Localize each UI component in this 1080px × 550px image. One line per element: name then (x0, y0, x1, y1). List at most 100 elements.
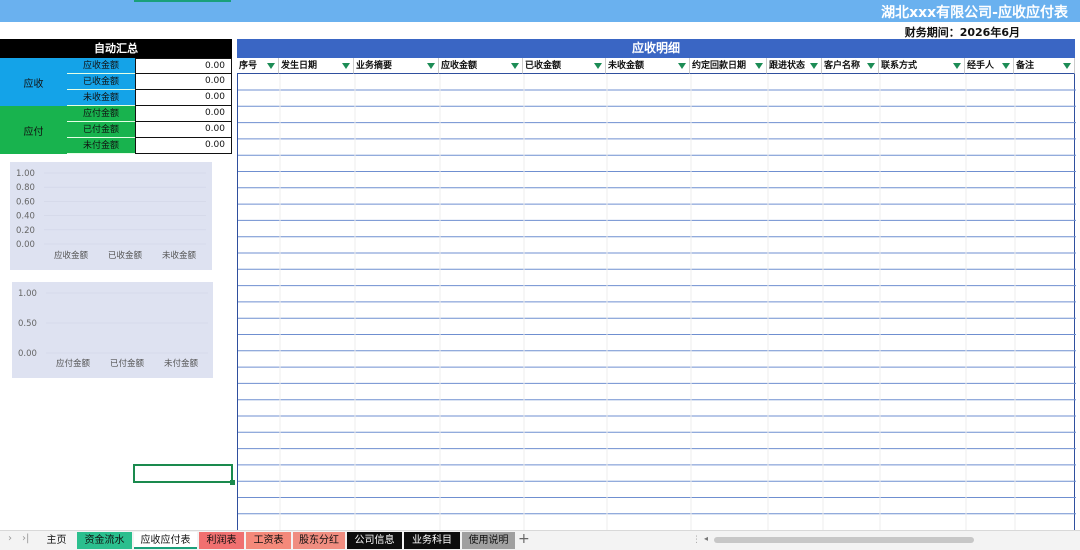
category-label: 应付金额 (56, 358, 91, 369)
sheet-tab-label: 股东分红 (299, 535, 339, 546)
scroll-left-icon[interactable]: ◂ (704, 534, 708, 543)
last-sheet-icon[interactable]: ›| (22, 533, 29, 544)
summary-row-value[interactable]: 0.00 (135, 58, 232, 74)
column-header-label: 约定回款日期 (692, 61, 747, 71)
filter-dropdown-icon[interactable] (678, 63, 686, 69)
prev-sheet-icon[interactable]: › (8, 533, 12, 544)
chart-svg: 0.00 0.50 1.00 应付金额 已付金额 未付金额 (18, 289, 208, 369)
column-header[interactable]: 备注 (1014, 58, 1075, 74)
y-tick-label: 0.00 (18, 349, 37, 359)
filter-dropdown-icon[interactable] (342, 63, 350, 69)
summary-row-value[interactable]: 0.00 (135, 106, 232, 122)
sheet-tab-label: 主页 (46, 535, 67, 546)
receivable-group: 应收 应收金额 0.00 已收金额 0.00 未收金额 0.00 (0, 58, 232, 106)
filter-dropdown-icon[interactable] (1002, 63, 1010, 69)
scrollbar-thumb[interactable] (714, 537, 974, 543)
summary-row: 应付金额 0.00 (67, 106, 232, 122)
filter-dropdown-icon[interactable] (1063, 63, 1071, 69)
column-header-label: 跟进状态 (769, 61, 806, 71)
summary-row-value[interactable]: 0.00 (135, 138, 232, 154)
y-tick-label: 0.50 (18, 319, 37, 329)
column-header[interactable]: 业务摘要 (354, 58, 439, 74)
y-tick-label: 0.40 (16, 212, 35, 222)
summary-row-label[interactable]: 未付金额 (67, 138, 135, 154)
receivable-category[interactable]: 应收 (0, 58, 67, 106)
filter-dropdown-icon[interactable] (427, 63, 435, 69)
summary-row: 未收金额 0.00 (67, 90, 232, 106)
sheet-tab-label: 利润表 (206, 535, 237, 546)
column-header-label: 业务摘要 (356, 61, 393, 71)
summary-row-value[interactable]: 0.00 (135, 74, 232, 90)
sheet-title: 湖北xxx有限公司-应收应付表 (881, 5, 1068, 21)
filter-dropdown-icon[interactable] (953, 63, 961, 69)
spreadsheet-window: 湖北xxx有限公司-应收应付表 财务期间：2026年6月 自动汇总 应收 应收金… (0, 0, 1080, 550)
filter-dropdown-icon[interactable] (810, 63, 818, 69)
column-header-label: 备注 (1016, 61, 1035, 71)
selected-cell[interactable] (133, 464, 235, 485)
summary-row: 已付金额 0.00 (67, 122, 232, 138)
sheet-tab[interactable]: 应收应付表 (134, 532, 197, 549)
category-label: 已付金额 (110, 358, 145, 369)
sheet-tab[interactable]: 业务科目 (404, 532, 460, 549)
sheet-tab-label: 业务科目 (412, 535, 452, 546)
sheet-tab-label: 应收应付表 (140, 535, 191, 546)
y-tick-label: 0.20 (16, 226, 35, 236)
sheet-tab[interactable]: 资金流水 (77, 532, 132, 549)
scroll-divider[interactable]: ⋮ (692, 535, 701, 545)
receivable-bar-chart[interactable]: 0.00 0.20 0.40 0.60 0.80 1.00 应收金额 已收金额 未收金额 (10, 162, 212, 270)
summary-row-value[interactable]: 0.00 (135, 90, 232, 106)
y-tick-label: 1.00 (16, 169, 35, 179)
payable-category[interactable]: 应付 (0, 106, 67, 154)
summary-row-label[interactable]: 应收金额 (67, 58, 135, 74)
sheet-tab[interactable]: 工资表 (246, 532, 291, 549)
summary-row: 应收金额 0.00 (67, 58, 232, 74)
column-header[interactable]: 经手人 (965, 58, 1014, 74)
sheet-tab-label: 资金流水 (84, 535, 125, 546)
sheet-tab-label: 工资表 (253, 535, 284, 546)
column-header[interactable]: 约定回款日期 (690, 58, 767, 74)
y-tick-label: 1.00 (18, 289, 37, 299)
chart-svg: 0.00 0.20 0.40 0.60 0.80 1.00 应收金额 已收金额 未收金额 (16, 169, 206, 261)
summary-row-label[interactable]: 已付金额 (67, 122, 135, 138)
column-header-label: 经手人 (967, 61, 995, 71)
filter-dropdown-icon[interactable] (594, 63, 602, 69)
summary-row-label[interactable]: 未收金额 (67, 90, 135, 106)
detail-title: 应收明细 (237, 39, 1075, 58)
summary-header: 自动汇总 (0, 39, 232, 58)
y-tick-label: 0.60 (16, 197, 35, 207)
filter-dropdown-icon[interactable] (511, 63, 519, 69)
column-header[interactable]: 联系方式 (879, 58, 965, 74)
column-header[interactable]: 客户名称 (822, 58, 879, 74)
sheet-tab[interactable]: 利润表 (199, 532, 244, 549)
column-header[interactable]: 应收金额 (439, 58, 523, 74)
column-header-label: 客户名称 (824, 61, 861, 71)
column-header-label: 应收金额 (441, 61, 478, 71)
sheet-tab[interactable]: 公司信息 (347, 532, 402, 549)
column-header[interactable]: 未收金额 (606, 58, 690, 74)
summary-row-label[interactable]: 已收金额 (67, 74, 135, 90)
sheet-tab[interactable]: 股东分红 (293, 532, 345, 549)
payable-group: 应付 应付金额 0.00 已付金额 0.00 未付金额 0.00 (0, 106, 232, 154)
column-header-label: 未收金额 (608, 61, 645, 71)
payable-bar-chart[interactable]: 0.00 0.50 1.00 应付金额 已付金额 未付金额 (12, 282, 213, 378)
summary-row: 未付金额 0.00 (67, 138, 232, 154)
filter-dropdown-icon[interactable] (755, 63, 763, 69)
filter-dropdown-icon[interactable] (267, 63, 275, 69)
sheet-tab-label: 使用说明 (468, 535, 509, 546)
filter-dropdown-icon[interactable] (867, 63, 875, 69)
detail-table-body[interactable] (237, 74, 1076, 530)
column-header-label: 序号 (239, 61, 258, 71)
plus-icon[interactable]: + (518, 531, 530, 547)
summary-row-value[interactable]: 0.00 (135, 122, 232, 138)
summary-row: 已收金额 0.00 (67, 74, 232, 90)
column-header[interactable]: 序号 (237, 58, 279, 74)
horizontal-scrollbar[interactable]: ⋮ ◂ (692, 534, 1072, 545)
sheet-tab[interactable]: 使用说明 (462, 532, 515, 549)
period-value[interactable]: 2026年6月 (960, 26, 1020, 39)
column-header[interactable]: 发生日期 (279, 58, 354, 74)
summary-row-label[interactable]: 应付金额 (67, 106, 135, 122)
category-label: 应收金额 (54, 250, 89, 261)
column-header[interactable]: 已收金额 (523, 58, 606, 74)
column-header[interactable]: 跟进状态 (767, 58, 822, 74)
sheet-tab[interactable]: 主页 (38, 532, 75, 549)
